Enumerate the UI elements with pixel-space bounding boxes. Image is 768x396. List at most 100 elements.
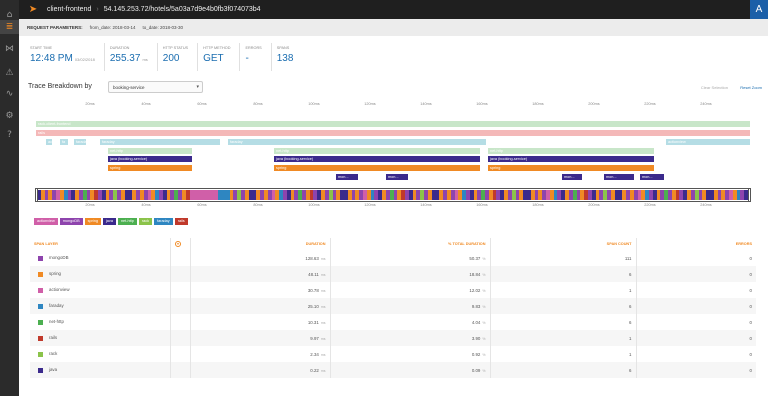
trace-timeline[interactable]: 20ms 40ms 60ms 80ms 100ms 120ms 140ms 160ms 180m… (30, 100, 756, 226)
duration-value: 25.10 (307, 303, 319, 309)
table-row[interactable]: spring 48.11 ms 18.84% 6 0 (30, 266, 756, 282)
stat-value-text: GET (203, 53, 224, 64)
layer-name: spring (49, 271, 61, 277)
axis-tick-label: 40ms (141, 203, 151, 207)
axis-tick-label: 160ms (476, 203, 488, 207)
cell-blank (170, 282, 191, 298)
span-bar[interactable]: java (booking-service) (108, 156, 192, 162)
legend-item-rack[interactable]: rack (138, 218, 153, 225)
traces-icon[interactable]: ≣ (0, 20, 19, 34)
legend-item-actionview[interactable]: actionview (34, 218, 58, 225)
duration-unit: ms (320, 256, 326, 261)
span-bar[interactable]: spring (108, 165, 192, 171)
header-span-count[interactable]: SPAN COUNT (490, 238, 637, 250)
reset-zoom-link[interactable]: Reset Zoom (740, 85, 762, 90)
app-name[interactable]: client-frontend (47, 6, 91, 13)
legend-item-spring[interactable]: spring (84, 218, 101, 225)
overview-stripe (189, 190, 219, 200)
cell-errors: 0 (636, 330, 756, 346)
span-bar[interactable]: fa (60, 139, 68, 145)
cell-errors: 0 (749, 319, 752, 325)
cell-duration: 10.31 ms (190, 314, 331, 330)
span-bar[interactable]: mon... (386, 174, 408, 180)
span-bar[interactable]: faraday (74, 139, 86, 145)
cell-pct-total: 9.83% (330, 298, 491, 314)
span-bar[interactable]: ac (46, 139, 52, 145)
settings-icon[interactable]: ⚙ (0, 109, 19, 123)
metrics-icon[interactable]: ∿ (0, 87, 19, 101)
span-bar[interactable]: net-http (274, 148, 480, 154)
user-avatar[interactable]: A (750, 0, 768, 19)
pct-unit-icon: % (482, 352, 486, 357)
trace-breakdown-toolbar: Trace Breakdown by booking-service ▾ Cle… (26, 80, 766, 96)
layer-swatch (38, 351, 43, 357)
span-bar[interactable]: java (booking-service) (274, 156, 480, 162)
request-path: 54.145.253.72/hotels/5a03a7d9e4b0fb3f074… (103, 6, 261, 13)
overview-brush[interactable] (35, 188, 751, 202)
span-bar[interactable]: net-http (488, 148, 654, 154)
duration-unit: ms (320, 368, 326, 373)
legend-item-java[interactable]: java (102, 218, 116, 225)
header-duration[interactable]: DURATION (190, 238, 331, 250)
stat-value-sub: 03/02/2018 (74, 57, 95, 62)
stat-value: 255.37 ms (110, 53, 148, 64)
table-row[interactable]: mongoDB 128.63 ms 50.37% 111 0 (30, 250, 756, 266)
cell-errors: 0 (749, 351, 752, 357)
clear-selection-link[interactable]: Clear Selection (701, 85, 728, 90)
table-row[interactable]: rails 9.97 ms 3.90% 1 0 (30, 330, 756, 346)
table-row[interactable]: java 0.22 ms 0.09% 6 0 (30, 362, 756, 378)
pct-value: 9.83 (471, 303, 481, 309)
header-pct-total[interactable]: % TOTAL DURATION (330, 238, 491, 250)
span-bar[interactable]: faraday (228, 139, 486, 145)
stat-value-text: 200 (162, 53, 180, 64)
table-row[interactable]: faraday 25.10 ms 9.83% 6 0 (30, 298, 756, 314)
span-bar[interactable]: mon... (562, 174, 582, 180)
breakdown-select-value: booking-service (113, 85, 145, 90)
axis-tick-label: 220ms (644, 203, 656, 207)
axis-tick-label: 200ms (588, 203, 600, 207)
stat-http-status: HTTP STATUS 200 (156, 43, 197, 71)
sort-icon[interactable]: ▾ (175, 241, 181, 247)
pct-value: 50.37 (469, 255, 481, 261)
legend-item-mongodb[interactable]: mongoDB (59, 218, 83, 225)
span-bar[interactable]: mon... (336, 174, 358, 180)
cell-layer: net-http (30, 314, 171, 330)
span-bar[interactable]: spring (274, 165, 480, 171)
header-span-layer[interactable]: SPAN LAYER (30, 238, 171, 250)
legend-item-faraday[interactable]: faraday (154, 218, 173, 225)
span-bar[interactable]: rack-client-frontend (36, 121, 750, 127)
help-icon[interactable]: ? (0, 128, 19, 142)
span-bar[interactable]: mon... (640, 174, 664, 180)
table-row[interactable]: rack 2.34 ms 0.92% 1 0 (30, 346, 756, 362)
axis-tick-label: 220ms (644, 102, 656, 106)
span-bar[interactable]: mon... (604, 174, 634, 180)
span-bar[interactable]: net-http (108, 148, 192, 154)
map-icon[interactable]: ⋈ (0, 42, 19, 56)
cell-span-count: 6 (490, 362, 637, 378)
header-sort[interactable]: ▾ (170, 238, 191, 250)
table-row[interactable]: actionview 30.78 ms 12.02% 1 0 (30, 282, 756, 298)
span-bar[interactable]: actionview (666, 139, 750, 145)
pct-value: 18.84 (469, 271, 481, 277)
header-errors[interactable]: ERRORS (636, 238, 756, 250)
span-bar[interactable]: rails (36, 130, 750, 136)
breakdown-select[interactable]: booking-service ▾ (108, 81, 203, 93)
cell-span-count: 1 (490, 330, 637, 346)
brush-left-handle[interactable] (35, 188, 38, 202)
axis-tick-label: 180ms (532, 203, 544, 207)
span-bar[interactable]: spring (488, 165, 654, 171)
legend-item-rails[interactable]: rails (174, 218, 188, 225)
brush-right-handle[interactable] (748, 188, 751, 202)
cell-errors: 0 (636, 266, 756, 282)
legend-item-net-http[interactable]: net-http (117, 218, 137, 225)
table-row[interactable]: net-http 10.31 ms 4.04% 6 0 (30, 314, 756, 330)
stat-errors: ERRORS - (239, 43, 270, 71)
request-parameters-bar: REQUEST PARAMETERS: from_date: 2018-03-1… (19, 19, 768, 36)
top-bar: ➤ client-frontend › 54.145.253.72/hotels… (19, 0, 768, 19)
duration-unit: ms (320, 336, 326, 341)
cell-layer: spring (30, 266, 171, 282)
span-bar[interactable]: java (booking-service) (488, 156, 654, 162)
stat-value-text: - (245, 53, 249, 64)
span-bar[interactable]: faraday (100, 139, 220, 145)
alerts-icon[interactable]: ⚠ (0, 66, 19, 80)
